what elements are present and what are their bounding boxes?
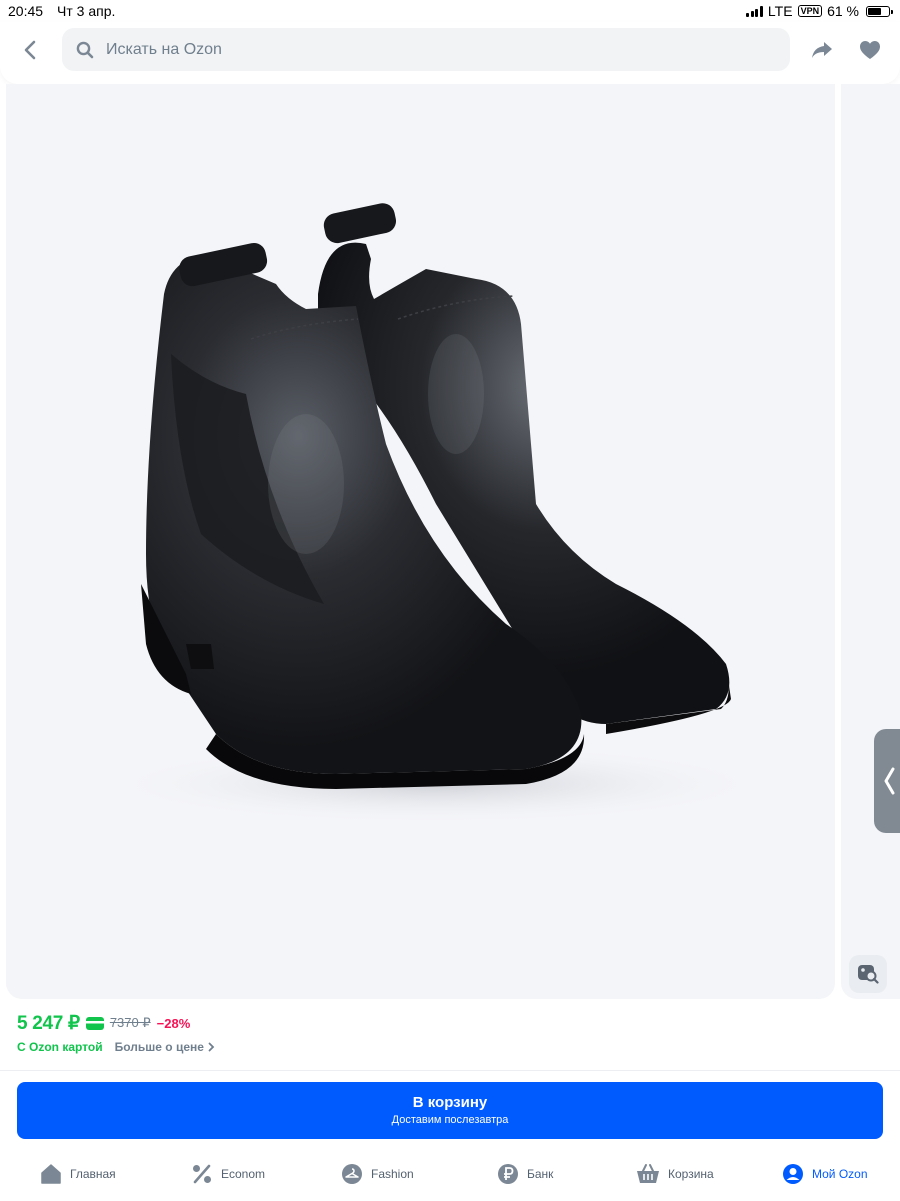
tab-home[interactable]: Главная <box>40 1163 116 1185</box>
tab-fashion-label: Fashion <box>371 1167 414 1181</box>
tab-my-ozon-label: Мой Ozon <box>812 1167 868 1181</box>
search-input[interactable] <box>106 40 706 59</box>
delivery-note: Доставим послезавтра <box>391 1114 509 1126</box>
boots-image <box>106 203 766 824</box>
chevron-left-icon <box>884 767 895 795</box>
tab-cart-label: Корзина <box>668 1167 714 1181</box>
signal-icon <box>746 5 763 17</box>
tab-econom-label: Econom <box>221 1167 266 1181</box>
heart-icon <box>860 41 880 59</box>
network-label: LTE <box>767 3 793 19</box>
side-panel-handle[interactable] <box>874 729 900 833</box>
profile-icon <box>783 1164 803 1184</box>
status-date: Чт 3 апр. <box>57 3 116 19</box>
battery-percent: 61 % <box>827 3 859 19</box>
chevron-right-icon <box>208 1042 215 1052</box>
ozon-card-label: С Ozon картой <box>17 1040 103 1054</box>
percent-icon <box>193 1164 211 1184</box>
next-photo-peek[interactable] <box>841 84 900 999</box>
tab-bank[interactable]: Банк <box>497 1163 553 1185</box>
price-current: 5 247 ₽ <box>17 1012 80 1034</box>
share-icon <box>812 42 832 58</box>
status-time: 20:45 <box>8 3 44 19</box>
hanger-icon <box>342 1164 362 1184</box>
price-old: 7370 ₽ <box>109 1015 151 1030</box>
back-button[interactable] <box>14 34 46 66</box>
more-about-price-label: Больше о цене <box>114 1040 204 1054</box>
tab-cart[interactable]: Корзина <box>636 1163 714 1185</box>
basket-icon <box>637 1164 659 1183</box>
more-about-price-link[interactable]: Больше о цене <box>115 1040 215 1054</box>
battery-icon <box>866 5 893 17</box>
search-icon <box>76 41 94 58</box>
ozon-card-icon <box>85 1016 104 1030</box>
tab-econom[interactable]: Econom <box>191 1163 265 1185</box>
product-photo[interactable] <box>6 84 835 999</box>
home-icon <box>41 1164 61 1184</box>
tab-fashion[interactable]: Fashion <box>341 1163 414 1185</box>
chevron-left-icon <box>24 40 36 60</box>
tab-home-label: Главная <box>70 1167 116 1181</box>
vpn-badge: VPN <box>797 5 823 17</box>
tab-bank-label: Банк <box>527 1167 554 1181</box>
product-gallery[interactable] <box>0 84 900 1002</box>
tab-bar: Главная Econom Fashion Банк Корзина Мой … <box>0 1163 900 1201</box>
share-button[interactable] <box>806 34 838 66</box>
bottom-panel: В корзину Доставим послезавтра Главная E… <box>0 1070 900 1200</box>
visual-search-button[interactable] <box>849 955 887 993</box>
price-block: 5 247 ₽ 7370 ₽ −28% С Ozon картой Больше… <box>17 1012 877 1054</box>
status-bar: 20:45 Чт 3 апр. LTE VPN 61 % <box>0 0 900 22</box>
favorite-button[interactable] <box>854 34 886 66</box>
search-bar[interactable] <box>62 28 790 71</box>
add-to-cart-button[interactable]: В корзину Доставим послезавтра <box>17 1082 883 1139</box>
ruble-icon <box>498 1164 518 1184</box>
tab-my-ozon[interactable]: Мой Ozon <box>782 1163 868 1185</box>
top-header <box>0 22 900 84</box>
add-to-cart-label: В корзину <box>412 1094 488 1111</box>
image-search-icon <box>858 965 879 984</box>
discount-badge: −28% <box>156 1015 191 1031</box>
